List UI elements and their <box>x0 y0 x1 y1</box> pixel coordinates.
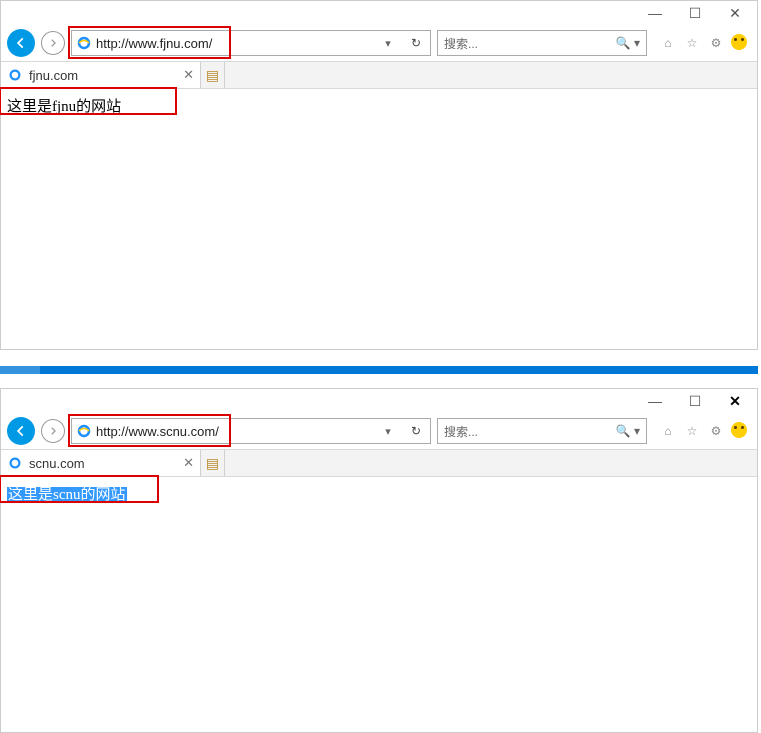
search-placeholder: 搜索... <box>444 423 478 440</box>
search-controls: 🔍 ▾ <box>616 424 640 438</box>
feedback-icon[interactable] <box>731 422 747 438</box>
titlebar: — ☐ ✕ <box>1 1 757 25</box>
arrow-left-icon <box>14 36 28 50</box>
feedback-icon[interactable] <box>731 34 747 50</box>
titlebar: — ☐ ✕ <box>1 389 757 413</box>
page-text: 这里是fjnu的网站 <box>7 99 121 115</box>
search-drop-icon[interactable]: ▾ <box>634 36 640 50</box>
back-button[interactable] <box>7 417 35 445</box>
tab-close-button[interactable]: ✕ <box>183 67 194 83</box>
tab-title: fjnu.com <box>29 68 78 83</box>
refresh-button[interactable]: ↻ <box>406 424 426 438</box>
address-bar[interactable]: http://www.scnu.com/ ▾ ↻ <box>71 418 431 444</box>
tabstrip: scnu.com ✕ ▤ <box>1 449 757 477</box>
address-dropdown[interactable]: ▾ <box>374 425 402 438</box>
search-icon[interactable]: 🔍 <box>616 424 631 438</box>
ie-icon <box>7 455 23 471</box>
forward-button[interactable] <box>41 419 65 443</box>
close-button[interactable]: ✕ <box>725 3 745 23</box>
address-bar-wrap: http://www.scnu.com/ ▾ ↻ <box>71 418 431 444</box>
settings-icon[interactable]: ⚙ <box>707 34 725 52</box>
tab-title: scnu.com <box>29 456 85 471</box>
ie-icon <box>76 423 92 439</box>
back-button[interactable] <box>7 29 35 57</box>
search-bar[interactable]: 搜索... 🔍 ▾ <box>437 418 647 444</box>
address-bar-wrap: http://www.fjnu.com/ ▾ ↻ <box>71 30 431 56</box>
arrow-right-icon <box>48 38 58 48</box>
tabstrip: fjnu.com ✕ ▤ <box>1 61 757 89</box>
address-dropdown[interactable]: ▾ <box>374 37 402 50</box>
ie-icon <box>7 67 23 83</box>
arrow-right-icon <box>48 426 58 436</box>
favorites-icon[interactable]: ☆ <box>683 34 701 52</box>
page-text: 这里是scnu的网站 <box>7 487 127 503</box>
minimize-button[interactable]: — <box>645 391 665 411</box>
toolbar: http://www.scnu.com/ ▾ ↻ 搜索... 🔍 ▾ ⌂ ☆ ⚙ <box>1 413 757 449</box>
maximize-button[interactable]: ☐ <box>685 391 705 411</box>
search-placeholder: 搜索... <box>444 35 478 52</box>
right-icons: ⌂ ☆ ⚙ <box>659 34 747 52</box>
new-tab-button[interactable]: ▤ <box>201 62 225 88</box>
taskbar-strip <box>0 366 758 374</box>
new-tab-button[interactable]: ▤ <box>201 450 225 476</box>
arrow-left-icon <box>14 424 28 438</box>
search-controls: 🔍 ▾ <box>616 36 640 50</box>
right-icons: ⌂ ☆ ⚙ <box>659 422 747 440</box>
maximize-button[interactable]: ☐ <box>685 3 705 23</box>
home-icon[interactable]: ⌂ <box>659 422 677 440</box>
browser-window-1: — ☐ ✕ http://www.fjnu.com/ ▾ ↻ 搜索... 🔍 ▾ <box>0 0 758 350</box>
close-button[interactable]: ✕ <box>725 391 745 411</box>
search-icon[interactable]: 🔍 <box>616 36 631 50</box>
home-icon[interactable]: ⌂ <box>659 34 677 52</box>
ie-icon <box>76 35 92 51</box>
minimize-button[interactable]: — <box>645 3 665 23</box>
browser-window-2: — ☐ ✕ http://www.scnu.com/ ▾ ↻ 搜索... 🔍 ▾ <box>0 388 758 733</box>
tab-fjnu[interactable]: fjnu.com ✕ <box>1 62 201 88</box>
toolbar: http://www.fjnu.com/ ▾ ↻ 搜索... 🔍 ▾ ⌂ ☆ ⚙ <box>1 25 757 61</box>
tab-close-button[interactable]: ✕ <box>183 455 194 471</box>
favorites-icon[interactable]: ☆ <box>683 422 701 440</box>
settings-icon[interactable]: ⚙ <box>707 422 725 440</box>
address-text[interactable]: http://www.fjnu.com/ <box>96 36 370 51</box>
search-bar[interactable]: 搜索... 🔍 ▾ <box>437 30 647 56</box>
address-bar[interactable]: http://www.fjnu.com/ ▾ ↻ <box>71 30 431 56</box>
tab-scnu[interactable]: scnu.com ✕ <box>1 450 201 476</box>
page-content: 这里是fjnu的网站 <box>1 89 757 122</box>
forward-button[interactable] <box>41 31 65 55</box>
search-drop-icon[interactable]: ▾ <box>634 424 640 438</box>
address-text[interactable]: http://www.scnu.com/ <box>96 424 370 439</box>
page-content: 这里是scnu的网站 <box>1 477 757 510</box>
refresh-button[interactable]: ↻ <box>406 36 426 50</box>
